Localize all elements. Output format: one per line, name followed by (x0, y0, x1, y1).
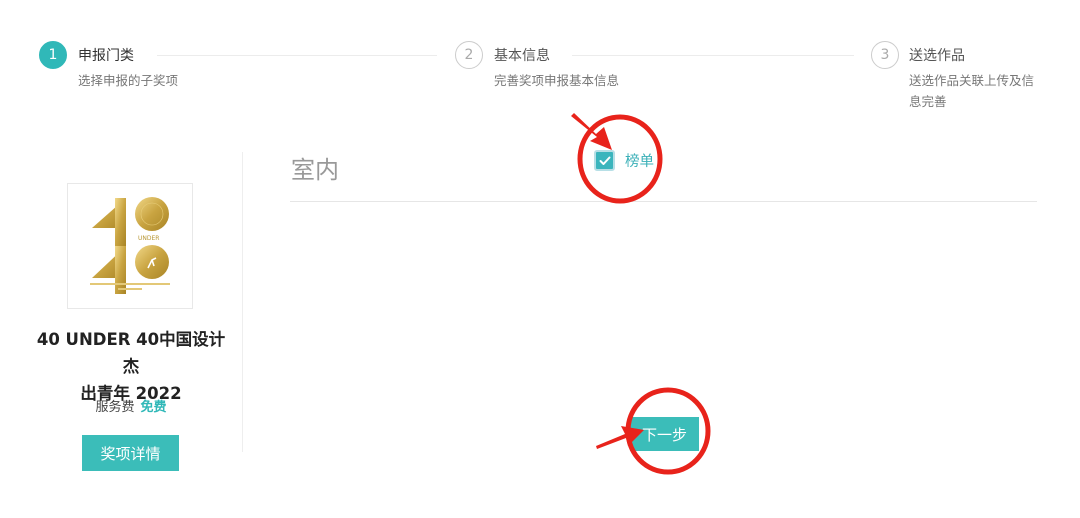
step-description-line1: 送选作品关联上传及信 (909, 73, 1035, 88)
step-description: 选择申报的子奖项 (78, 73, 179, 88)
step-description: 完善奖项申报基本信息 (494, 73, 620, 88)
next-step-button[interactable]: 下一步 (630, 417, 699, 451)
award-name-line1: 40 UNDER 40中国设计杰 (36, 330, 226, 376)
step-title: 基本信息 (494, 48, 550, 64)
award-logo-text: UNDER (138, 235, 159, 242)
step-connector (572, 55, 854, 56)
award-name: 40 UNDER 40中国设计杰 出青年 2022 (36, 326, 226, 407)
step-number: 3 (871, 41, 899, 69)
fee-value: 免费 (140, 400, 167, 415)
step-title: 送选作品 (909, 48, 965, 64)
step-title: 申报门类 (78, 48, 134, 64)
award-logo-icon: UNDER (90, 197, 170, 294)
step-number: 2 (455, 41, 483, 69)
annotation-arrow-icon (571, 113, 612, 150)
award-logo: UNDER (67, 183, 193, 309)
vertical-divider (242, 152, 243, 452)
fee-label: 服务费 (95, 400, 135, 415)
checkbox[interactable] (594, 150, 615, 171)
checkmark-icon (599, 156, 610, 165)
step-number: 1 (39, 41, 67, 69)
category-divider (290, 201, 1037, 202)
checkbox-label[interactable]: 榜单 (625, 150, 654, 171)
service-fee: 服务费 免费 (36, 396, 226, 415)
step-connector (157, 55, 437, 56)
award-details-button[interactable]: 奖项详情 (82, 435, 179, 471)
step-description-line2: 息完善 (909, 94, 947, 109)
category-title: 室内 (291, 156, 339, 184)
option-bangdan[interactable]: 榜单 (594, 150, 654, 171)
